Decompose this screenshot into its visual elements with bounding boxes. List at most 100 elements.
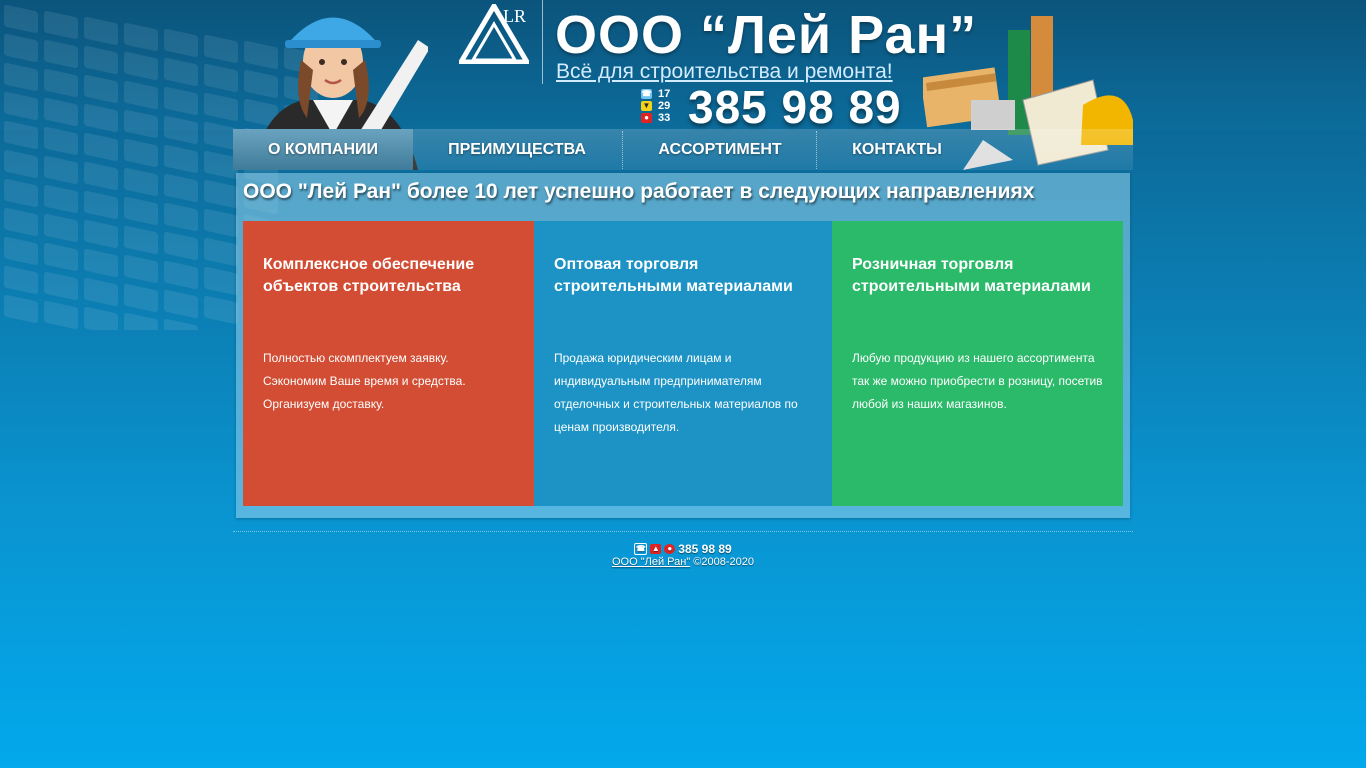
- company-logo-icon: LR: [459, 4, 529, 64]
- logo-divider: [542, 0, 543, 84]
- decorative-tile: [124, 283, 158, 313]
- nav-separator: [622, 131, 624, 169]
- life-icon: ▲: [650, 544, 662, 554]
- decorative-tile: [84, 277, 118, 307]
- decorative-tile: [124, 109, 158, 139]
- nav-item-about[interactable]: О КОМПАНИИ: [233, 129, 413, 170]
- card-text: Продажа юридическим лицам и индивидуальн…: [554, 351, 798, 434]
- svg-text:LR: LR: [503, 6, 526, 26]
- decorative-tile: [44, 10, 78, 40]
- decorative-tile: [84, 132, 118, 162]
- phone-code-mts: 33: [658, 112, 671, 124]
- decorative-tile: [164, 318, 198, 330]
- footer-company-link[interactable]: ООО "Лей Ран": [612, 556, 690, 568]
- decorative-tile: [124, 138, 158, 168]
- decorative-tile: [124, 22, 158, 52]
- decorative-tile: [164, 202, 198, 232]
- decorative-tile: [204, 237, 238, 267]
- decorative-tile: [204, 266, 238, 296]
- decorative-tile: [164, 289, 198, 319]
- decorative-tile: [164, 115, 198, 145]
- decorative-tile: [84, 45, 118, 75]
- decorative-tile: [164, 86, 198, 116]
- decorative-tile: [164, 260, 198, 290]
- decorative-tile: [44, 271, 78, 301]
- decorative-tile: [84, 161, 118, 191]
- decorative-tile: [44, 300, 78, 330]
- decorative-tile: [124, 167, 158, 197]
- decorative-tile: [4, 294, 38, 324]
- decorative-tile: [44, 126, 78, 156]
- decorative-tile: [124, 254, 158, 284]
- decorative-tile: [4, 4, 38, 34]
- decorative-tile: [164, 231, 198, 261]
- phone-operator-codes: ☎ 17 ▼ 29 ● 33: [641, 88, 670, 124]
- card-title: Оптовая торговля строительными материала…: [554, 256, 793, 295]
- card-title: Розничная торговля строительными материа…: [852, 256, 1091, 295]
- nav-item-advantages[interactable]: ПРЕИМУЩЕСТВА: [427, 129, 607, 170]
- decorative-tile: [4, 207, 38, 237]
- landline-icon: ☎: [641, 89, 652, 99]
- card-title: Комплексное обеспечение объектов строите…: [263, 256, 475, 295]
- decorative-tile: [84, 74, 118, 104]
- page-title: ООО "Лей Ран" более 10 лет успешно работ…: [243, 180, 1035, 203]
- mts-icon: ●: [641, 113, 652, 123]
- phone-code-landline: 17: [658, 88, 671, 100]
- decorative-tile: [124, 312, 158, 330]
- decorative-tile: [44, 184, 78, 214]
- nav-item-assortment[interactable]: АССОРТИМЕНТ: [633, 129, 807, 170]
- decorative-tile: [164, 57, 198, 87]
- decorative-tile: [84, 248, 118, 278]
- card-text: Полностью скомплектуем заявку. Сэкономим…: [263, 351, 466, 411]
- decorative-tile: [164, 28, 198, 58]
- nav-separator: [816, 131, 818, 169]
- decorative-tile: [4, 33, 38, 63]
- decorative-tile: [84, 103, 118, 133]
- card-text: Любую продукцию из нашего ассортимента т…: [852, 351, 1103, 411]
- decorative-tile: [44, 68, 78, 98]
- decorative-tile: [4, 149, 38, 179]
- decorative-tile: [124, 225, 158, 255]
- decorative-tile: [84, 16, 118, 46]
- decorative-tile: [4, 62, 38, 92]
- decorative-tile: [4, 120, 38, 150]
- footer-copyright-line: ООО "Лей Ран" ©2008-2020: [0, 556, 1366, 569]
- decorative-tile: [204, 208, 238, 238]
- company-name: ООО “Лей Ран”: [555, 5, 978, 65]
- service-card-wholesale: Оптовая торговля строительными материала…: [534, 221, 832, 506]
- decorative-tile: [164, 173, 198, 203]
- service-card-complex-supply: Комплексное обеспечение объектов строите…: [243, 221, 534, 506]
- decorative-tile: [124, 80, 158, 110]
- main-content-panel: ООО "Лей Ран" более 10 лет успешно работ…: [236, 173, 1130, 518]
- decorative-tile: [44, 155, 78, 185]
- decorative-tile: [84, 219, 118, 249]
- decorative-tile: [124, 196, 158, 226]
- phone-code-velcom: 29: [658, 100, 671, 112]
- decorative-tile: [44, 242, 78, 272]
- nav-item-contacts[interactable]: КОНТАКТЫ: [827, 129, 967, 170]
- footer-phone-number: 385 98 89: [678, 541, 732, 556]
- decorative-tile: [84, 306, 118, 330]
- site-footer: ☎ ▲ ● 385 98 89 ООО "Лей Ран" ©2008-2020: [0, 542, 1366, 569]
- velcom-icon: ▼: [641, 101, 652, 111]
- landline-icon: ☎: [634, 543, 648, 555]
- decorative-tile: [4, 265, 38, 295]
- decorative-tile: [124, 51, 158, 81]
- decorative-tile: [4, 236, 38, 266]
- decorative-tile: [84, 190, 118, 220]
- decorative-tile: [44, 213, 78, 243]
- decorative-tile: [204, 295, 238, 325]
- main-navigation: О КОМПАНИИ ПРЕИМУЩЕСТВА АССОРТИМЕНТ КОНТ…: [233, 129, 1133, 170]
- decorative-tile: [204, 179, 238, 209]
- footer-phone: ☎ ▲ ● 385 98 89: [634, 541, 732, 556]
- decorative-tile: [4, 178, 38, 208]
- mts-icon: ●: [664, 544, 676, 554]
- decorative-tile: [4, 91, 38, 121]
- copyright-text: ©2008-2020: [693, 555, 755, 568]
- decorative-tile: [164, 144, 198, 174]
- service-card-retail: Розничная торговля строительными материа…: [832, 221, 1123, 506]
- header-phone-number: 385 98 89: [688, 81, 902, 133]
- decorative-tile: [44, 97, 78, 127]
- footer-divider: [233, 531, 1133, 533]
- decorative-tile: [44, 39, 78, 69]
